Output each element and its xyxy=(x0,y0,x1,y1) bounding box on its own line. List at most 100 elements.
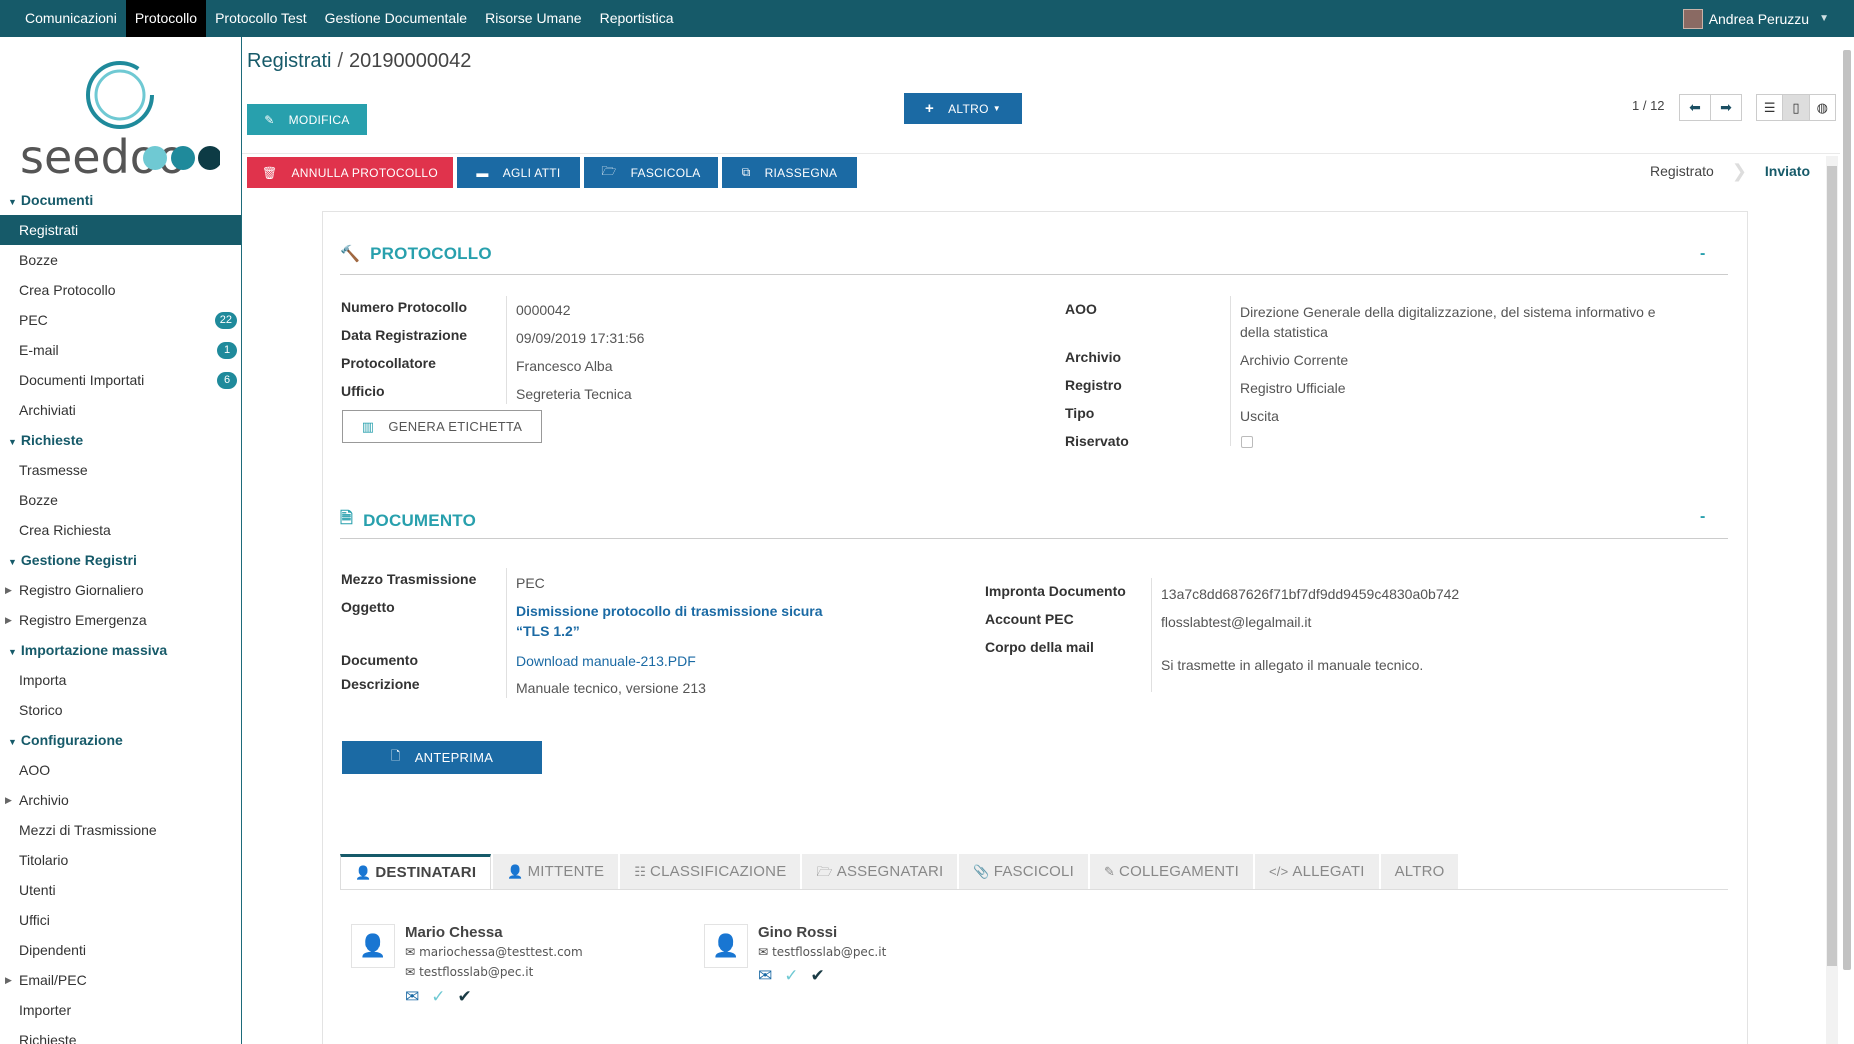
contact-email[interactable]: ✉ mariochessa@testtest.com xyxy=(405,945,583,959)
sidebar-item-crea-richiesta[interactable]: Crea Richiesta xyxy=(0,515,241,545)
fascicola-button[interactable]: 🗁 FASCICOLA xyxy=(584,157,718,188)
caret-down-icon: ▼ xyxy=(8,737,17,747)
envelope-icon[interactable]: ✉ xyxy=(405,987,419,1007)
modifica-button[interactable]: ✎ MODIFICA xyxy=(247,104,367,135)
label-aoo: AOO xyxy=(1065,301,1097,317)
sidebar-item-aoo[interactable]: AOO xyxy=(0,755,241,785)
contact-email[interactable]: ✉ testflosslab@pec.it xyxy=(758,945,886,959)
altro-button[interactable]: + ALTRO ▼ xyxy=(904,93,1022,124)
sidebar-item-registro-emergenza[interactable]: ▶ Registro Emergenza xyxy=(0,605,241,635)
check-circle-light-icon[interactable]: ✓ xyxy=(431,987,445,1007)
collapse-documento-button[interactable]: - xyxy=(1700,508,1705,526)
sidebar-item-archiviati[interactable]: Archiviati xyxy=(0,395,241,425)
map-view-icon[interactable]: ◍ xyxy=(1808,95,1835,120)
check-circle-light-icon[interactable]: ✓ xyxy=(784,966,798,986)
caret-down-icon: ▼ xyxy=(992,104,1001,113)
sidebar-item-registro-giornaliero[interactable]: ▶ Registro Giornaliero xyxy=(0,575,241,605)
sidebar-item-archivio[interactable]: ▶ Archivio xyxy=(0,785,241,815)
tab-label: MITTENTE xyxy=(527,863,605,880)
menu-comunicazioni[interactable]: Comunicazioni xyxy=(16,0,126,37)
sidebar-item-dipendenti[interactable]: Dipendenti xyxy=(0,935,241,965)
sidebar-item-titolario[interactable]: Titolario xyxy=(0,845,241,875)
sidebar-item-storico[interactable]: Storico xyxy=(0,695,241,725)
menu-reportistica[interactable]: Reportistica xyxy=(591,0,683,37)
sidebar-item-documenti-importati[interactable]: Documenti Importati 6 xyxy=(0,365,241,395)
section-title: Configurazione xyxy=(20,732,123,748)
arrow-left-icon[interactable]: ⬅ xyxy=(1680,95,1710,120)
sidebar-item-utenti[interactable]: Utenti xyxy=(0,875,241,905)
file-text-icon: 🗎 xyxy=(340,510,354,527)
sidebar-item-email-pec[interactable]: ▶ Email/PEC xyxy=(0,965,241,995)
tab-altro[interactable]: ALTRO xyxy=(1380,854,1459,889)
breadcrumb-parent[interactable]: Registrati xyxy=(247,50,331,72)
nav-section-configurazione[interactable]: ▼ Configurazione xyxy=(0,725,241,755)
label-numero-protocollo: Numero Protocollo xyxy=(341,299,468,315)
label-protocollatore: Protocollatore xyxy=(341,355,436,371)
view-switcher: ☰ ▯ ◍ xyxy=(1756,94,1836,121)
tab-label: CLASSIFICAZIONE xyxy=(650,863,787,880)
tab-destinatari[interactable]: 👤 DESTINATARI xyxy=(340,854,492,889)
arrow-right-icon[interactable]: ➡ xyxy=(1710,95,1741,120)
sidebar-item-crea-protocollo[interactable]: Crea Protocollo xyxy=(0,275,241,305)
nav-section-documenti[interactable]: ▼ Documenti xyxy=(0,185,241,215)
check-circle-icon[interactable]: ✔ xyxy=(811,966,825,986)
inner-scrollbar-thumb[interactable] xyxy=(1827,166,1837,966)
section-protocollo-title: 🔨 PROTOCOLLO xyxy=(340,244,492,264)
sidebar-item-pec[interactable]: PEC 22 xyxy=(0,305,241,335)
sidebar-item-richieste-config[interactable]: Richieste xyxy=(0,1025,241,1044)
nav-section-gestione-registri[interactable]: ▼ Gestione Registri xyxy=(0,545,241,575)
page-scrollbar-thumb[interactable] xyxy=(1843,50,1851,970)
menu-protocollo-test[interactable]: Protocollo Test xyxy=(206,0,316,37)
user-menu[interactable]: Andrea Peruzzu ▼ xyxy=(1682,0,1829,37)
check-circle-icon[interactable]: ✔ xyxy=(458,987,472,1007)
sidebar-item-importa[interactable]: Importa xyxy=(0,665,241,695)
riassegna-button[interactable]: ⧉ RIASSEGNA xyxy=(722,157,857,188)
anteprima-button[interactable]: 🗋 ANTEPRIMA xyxy=(342,741,542,774)
menu-risorse-umane[interactable]: Risorse Umane xyxy=(476,0,590,37)
sitemap-icon: ⧉ xyxy=(741,165,751,179)
riservato-checkbox[interactable] xyxy=(1241,436,1253,448)
agli-atti-button[interactable]: ▬ AGLI ATTI xyxy=(457,157,580,188)
menu-gestione-documentale[interactable]: Gestione Documentale xyxy=(316,0,476,37)
caret-right-icon: ▶ xyxy=(5,975,12,985)
tab-mittente[interactable]: 👤 MITTENTE xyxy=(493,854,619,889)
sidebar-item-mezzi-trasmissione[interactable]: Mezzi di Trasmissione xyxy=(0,815,241,845)
tab-fascicoli[interactable]: 📎 FASCICOLI xyxy=(959,854,1088,889)
sidebar-item-registrati[interactable]: Registrati xyxy=(0,215,241,245)
list-view-icon[interactable]: ☰ xyxy=(1757,95,1782,120)
sidebar-item-uffici[interactable]: Uffici xyxy=(0,905,241,935)
sidebar-item-bozze-richieste[interactable]: Bozze xyxy=(0,485,241,515)
sidebar-item-importer[interactable]: Importer xyxy=(0,995,241,1025)
count-badge: 6 xyxy=(217,372,237,389)
status-step-registrato[interactable]: Registrato xyxy=(1632,163,1732,179)
nav-section-richieste[interactable]: ▼ Richieste xyxy=(0,425,241,455)
genera-etichetta-button[interactable]: ▥ GENERA ETICHETTA xyxy=(342,410,542,443)
envelope-icon[interactable]: ✉ xyxy=(758,966,772,986)
form-view-icon[interactable]: ▯ xyxy=(1782,95,1809,120)
collapse-protocollo-button[interactable]: - xyxy=(1700,245,1705,263)
contact-email[interactable]: ✉ testflosslab@pec.it xyxy=(405,965,533,979)
status-step-inviato[interactable]: Inviato xyxy=(1747,163,1828,179)
code-icon: </> xyxy=(1268,864,1289,879)
section-title-text: DOCUMENTO xyxy=(363,510,477,530)
tab-allegati[interactable]: </> ALLEGATI xyxy=(1254,854,1379,889)
tab-classificazione[interactable]: ☷ CLASSIFICAZIONE xyxy=(620,854,801,889)
sidebar-item-bozze[interactable]: Bozze xyxy=(0,245,241,275)
value-impronta-documento: 13a7c8dd687626f71bf7df9dd9459c4830a0b742 xyxy=(1161,586,1460,602)
sidebar-item-trasmesse[interactable]: Trasmesse xyxy=(0,455,241,485)
download-documento-link[interactable]: Download manuale-213.PDF xyxy=(516,653,696,669)
annulla-protocollo-button[interactable]: 🗑 ANNULLA PROTOCOLLO xyxy=(247,157,453,188)
sidebar-item-email[interactable]: E-mail 1 xyxy=(0,335,241,365)
tab-collegamenti[interactable]: ✎ COLLEGAMENTI xyxy=(1089,854,1253,889)
status-bar: Registrato ❯ Inviato xyxy=(1632,154,1828,188)
tab-assegnatari[interactable]: 🗁 ASSEGNATARI xyxy=(802,854,958,889)
chevron-right-icon: ❯ xyxy=(1731,160,1747,181)
plus-icon: + xyxy=(925,100,935,117)
button-label: RIASSEGNA xyxy=(764,165,838,180)
section-divider xyxy=(340,274,1728,275)
caret-down-icon: ▼ xyxy=(1819,13,1829,24)
tab-label: FASCICOLI xyxy=(993,863,1074,880)
envelope-icon: ✉ xyxy=(758,945,769,959)
nav-section-importazione[interactable]: ▼ Importazione massiva xyxy=(0,635,241,665)
menu-protocollo[interactable]: Protocollo xyxy=(125,0,207,37)
